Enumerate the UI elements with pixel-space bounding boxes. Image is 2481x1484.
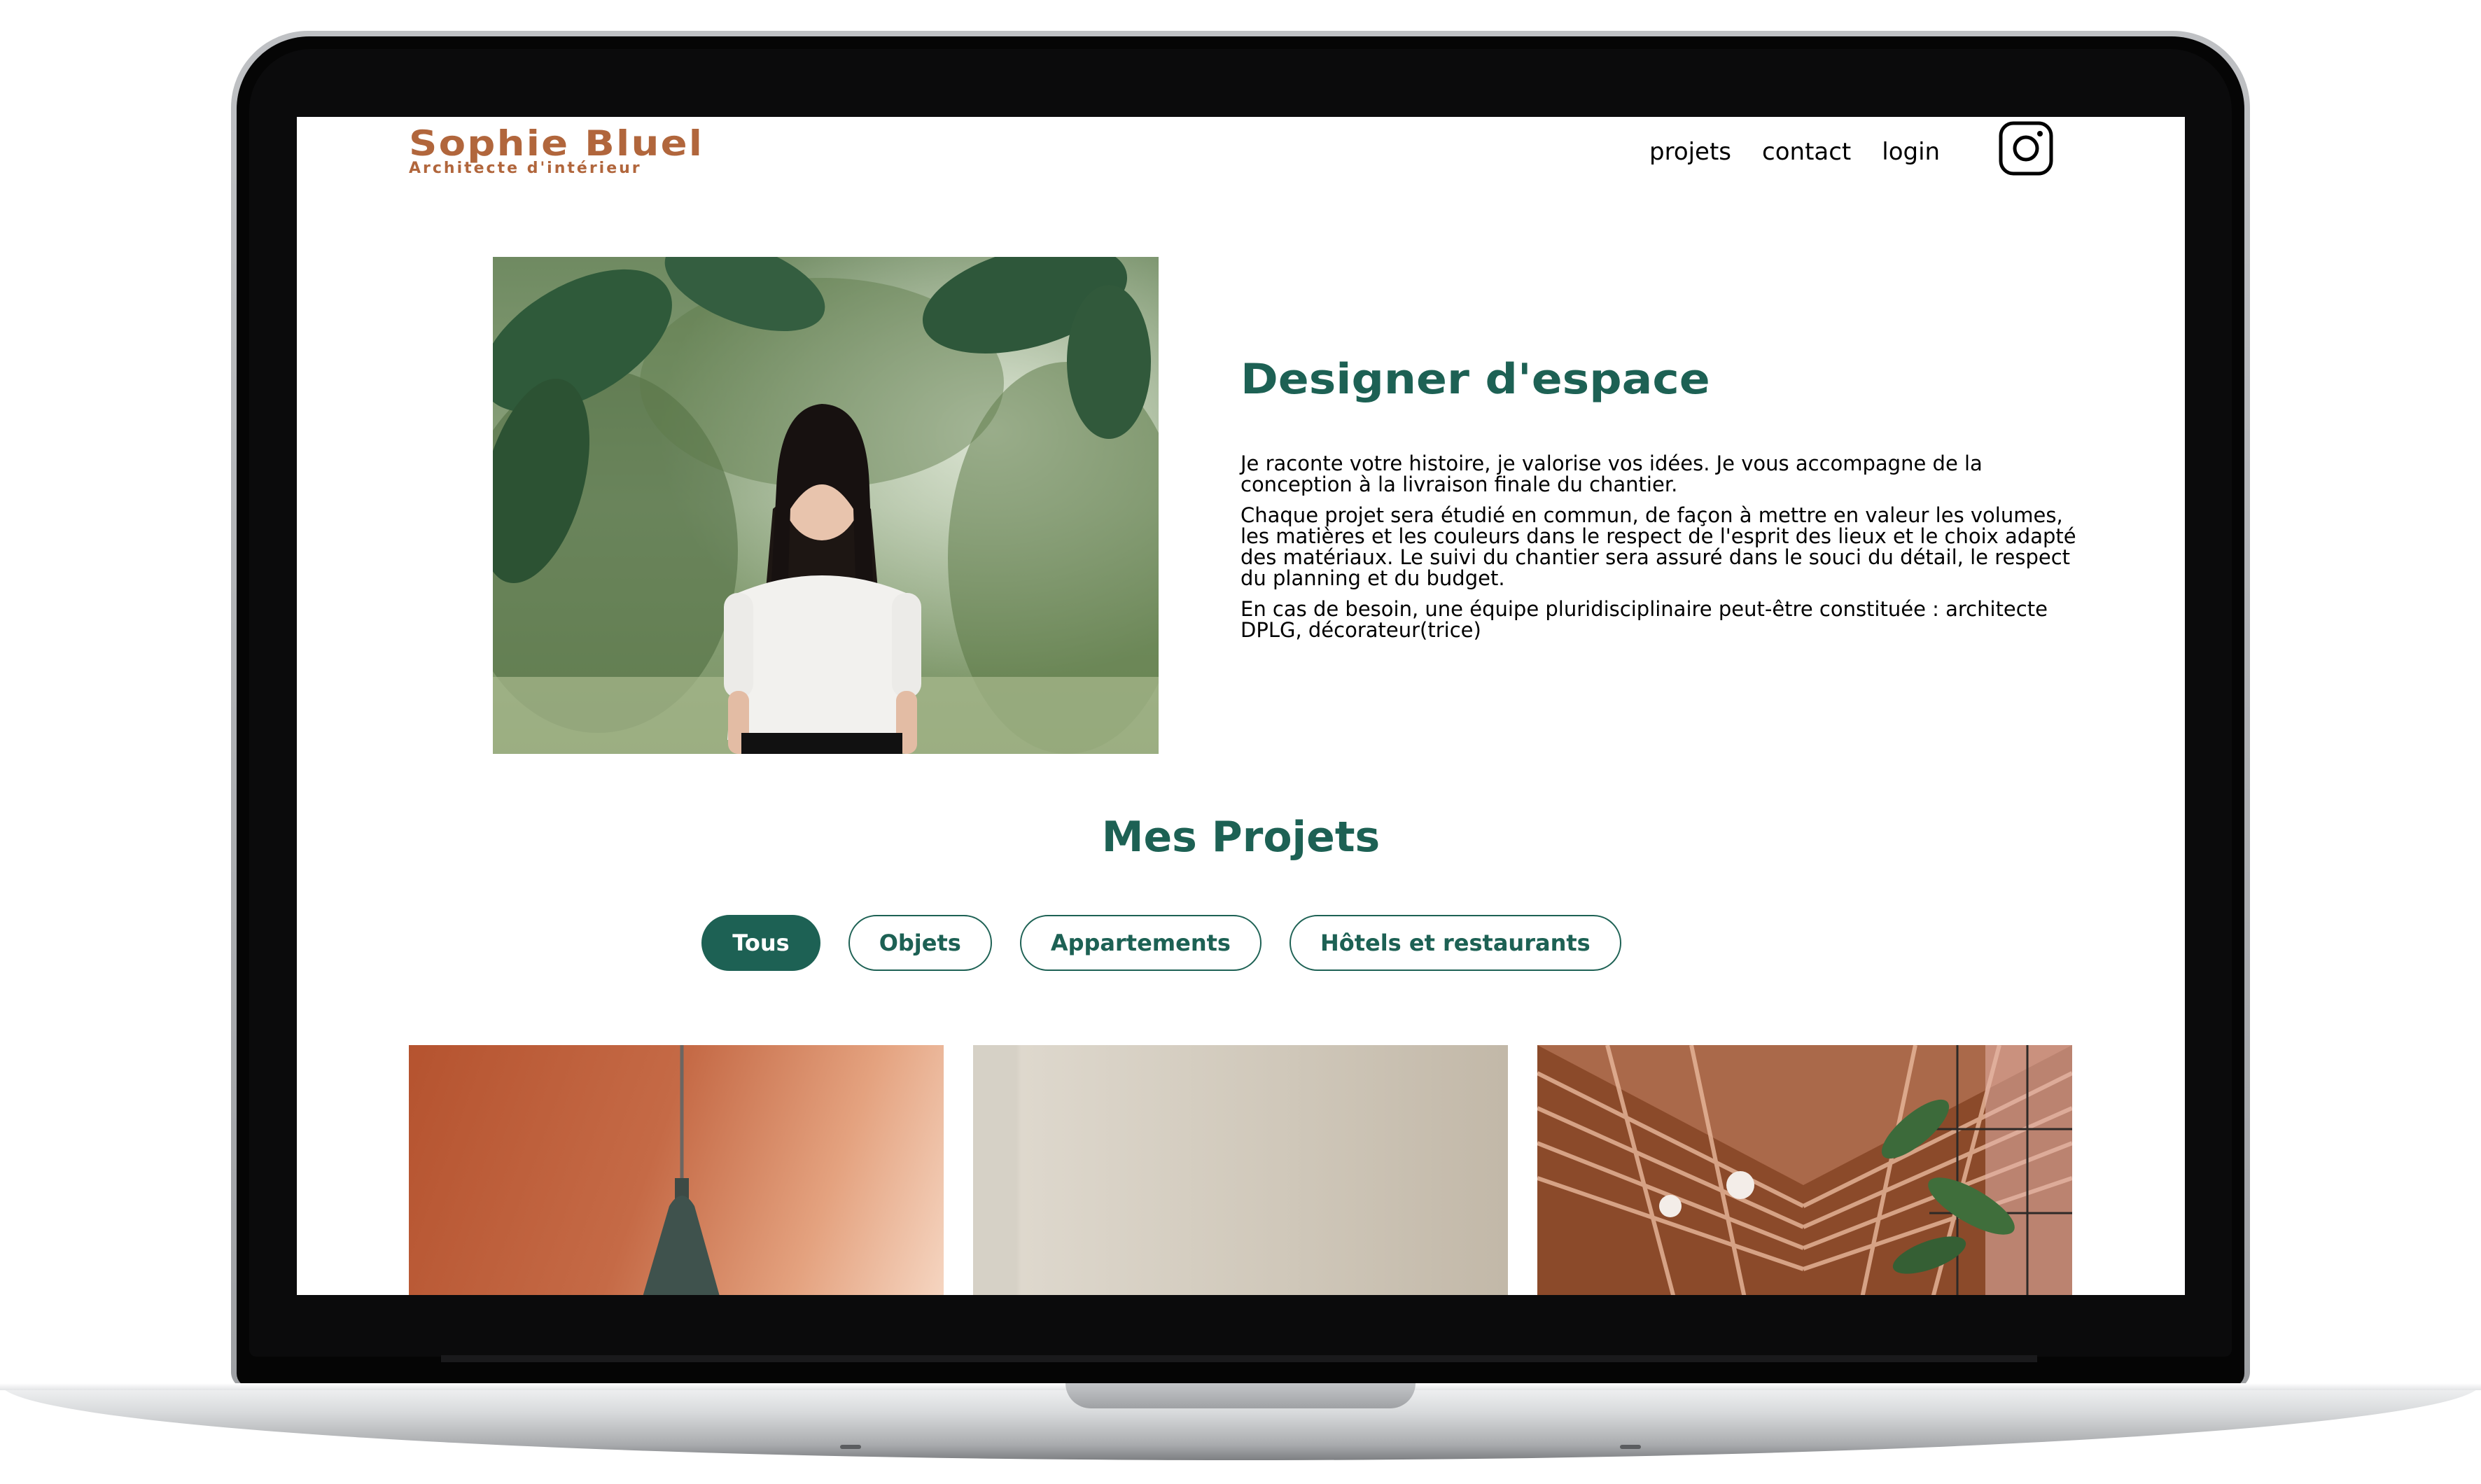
intro-section: Designer d'espace Je raconte votre histo… (1240, 355, 2081, 650)
laptop-foot (1620, 1445, 1641, 1449)
filter-button-hotels-restaurants[interactable]: Hôtels et restaurants (1289, 915, 1621, 971)
intro-paragraph: Je raconte votre histoire, je valorise v… (1240, 451, 1983, 496)
laptop-notch (1065, 1383, 1416, 1408)
nav-link-contact[interactable]: contact (1762, 136, 1851, 167)
site-logo[interactable]: Sophie Bluel Architecte d'intérieur (409, 122, 702, 177)
bezel-bottom-strip (441, 1355, 2037, 1362)
filter-button-objets[interactable]: Objets (848, 915, 992, 971)
architect-portrait-photo (493, 257, 1159, 754)
intro-paragraph: En cas de besoin, une équipe pluridiscip… (1240, 597, 2048, 642)
main-nav: projets contact login (1649, 136, 1940, 167)
projects-title: Mes Projets (1101, 813, 1381, 862)
project-filters: Tous Objets Appartements Hôtels et resta… (297, 915, 2026, 971)
filter-button-appartements[interactable]: Appartements (1019, 915, 1262, 971)
logo-name: Sophie Bluel (409, 123, 704, 164)
browser-screen: Sophie Bluel Architecte d'intérieur proj… (297, 117, 2185, 1295)
gallery-item-restaurant-roof[interactable] (1537, 1045, 2072, 1295)
filter-button-tous[interactable]: Tous (701, 915, 820, 971)
nav-link-login[interactable]: login (1882, 136, 1940, 167)
laptop-foot (840, 1445, 861, 1449)
instagram-icon[interactable] (1998, 120, 2054, 176)
nav-link-projets[interactable]: projets (1649, 136, 1731, 167)
intro-paragraph: Chaque projet sera étudié en commun, de … (1240, 503, 2076, 590)
gallery-item-pendant-lamp[interactable] (409, 1045, 944, 1295)
gallery-item-apartment-wall[interactable] (973, 1045, 1508, 1295)
intro-title: Designer d'espace (1240, 355, 1710, 404)
